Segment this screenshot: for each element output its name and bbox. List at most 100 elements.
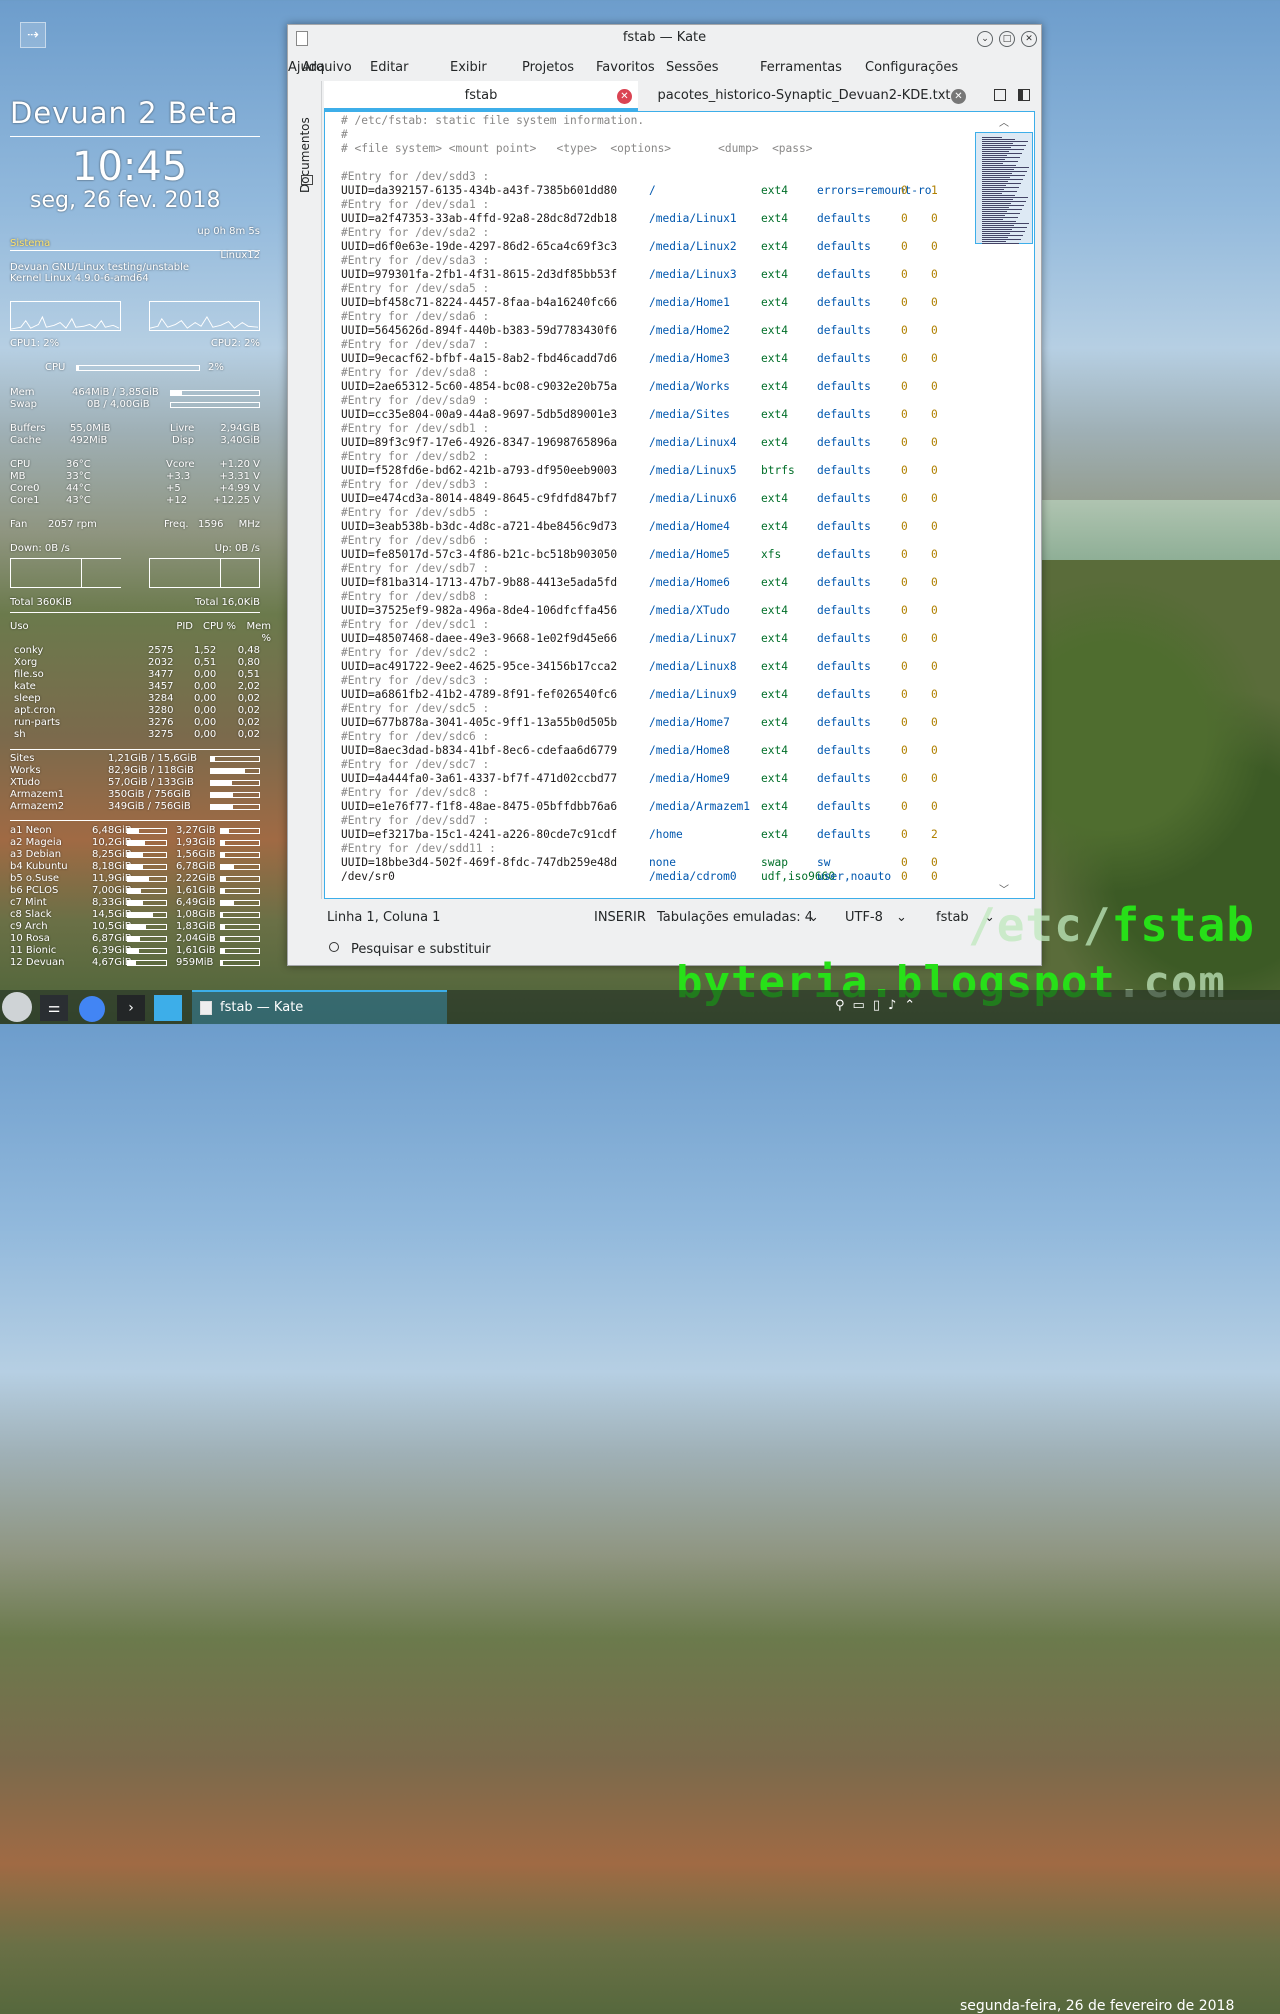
code-line: UUID=18bbe3d4-502f-469f-8fdc-747db259e48… (341, 856, 938, 870)
minimap-line (982, 175, 1025, 176)
code-comment: #Entry for /dev/sdc7 : (341, 758, 490, 771)
fs-uuid: UUID=48507468-daee-49e3-9668-1e02f9d45e6… (341, 632, 618, 645)
tray-expand-icon[interactable]: ⌃ (904, 998, 923, 1013)
file-manager-icon[interactable] (154, 995, 182, 1021)
net-up: Up: 0B /s (214, 543, 260, 554)
freq-label: Freq. (164, 519, 189, 530)
menu-ajuda[interactable]: Ajuda (288, 60, 325, 75)
minimize-icon[interactable]: ⌄ (977, 31, 993, 47)
search-label[interactable]: Pesquisar e substituir (351, 942, 491, 957)
menu-editar[interactable]: Editar (370, 60, 409, 75)
task-label: fstab — Kate (220, 1000, 304, 1015)
partition-name: a1 Neon (10, 825, 52, 836)
text-editor[interactable]: # /etc/fstab: static file system informa… (324, 111, 1035, 899)
syntax-mode[interactable]: fstab (936, 910, 969, 925)
clipboard-icon[interactable]: ▯ (873, 998, 888, 1013)
minimap-line (982, 233, 1010, 234)
fs-uuid: UUID=f528fd6e-bd62-421b-a793-df950eeb900… (341, 464, 618, 477)
clock-date[interactable]: segunda-feira, 26 de fevereiro de 2018 (960, 1998, 1234, 2014)
fs-uuid: UUID=5645626d-894f-440b-b383-59d7783430f… (341, 324, 618, 337)
app-launcher-icon[interactable] (2, 992, 32, 1022)
fs-type: ext4 (761, 800, 788, 813)
code-line: UUID=a2f47353-33ab-4ffd-92a8-28dc8d72db1… (341, 212, 938, 226)
code-line: /dev/sr0/media/cdrom0 udf,iso9660 user,noa… (341, 870, 938, 884)
process-row: run-parts 3276 0,00 0,02 (10, 717, 260, 729)
menu-configurações[interactable]: Configurações (865, 60, 958, 75)
cursor-position[interactable]: Linha 1, Coluna 1 (327, 910, 440, 925)
fs-mount-point: /media/Home2 (649, 324, 730, 337)
volume-icon[interactable]: ♪ (888, 998, 904, 1013)
fs-pass: 0 (931, 492, 938, 505)
fs-dump: 0 (901, 464, 908, 477)
minimap-line (982, 171, 1027, 172)
mem-label: Mem (10, 387, 35, 398)
encoding[interactable]: UTF-8 (845, 910, 883, 925)
scroll-up-icon[interactable]: ︿ (999, 114, 1009, 129)
minimap-line (982, 147, 1011, 148)
partition-free: 1,93GiB (176, 837, 216, 848)
cpu-bar (76, 365, 200, 371)
code-area[interactable]: # /etc/fstab: static file system informa… (341, 114, 938, 884)
menu-favoritos[interactable]: Favoritos (596, 60, 655, 75)
partition-free-bar (220, 828, 260, 834)
fs-dump: 0 (901, 800, 908, 813)
code-line: UUID=979301fa-2fb1-4f31-8615-2d3df85bb53… (341, 268, 938, 282)
input-mode[interactable]: INSERIR (594, 910, 646, 925)
livre-label: Livre (170, 423, 195, 434)
menu-ferramentas[interactable]: Ferramentas (760, 60, 842, 75)
partition-row: c7 Mint 8,33GiB 6,49GiB (10, 897, 260, 909)
sensor-value-2: +1.20 V (219, 459, 260, 470)
code-line: UUID=48507468-daee-49e3-9668-1e02f9d45e6… (341, 632, 938, 646)
process-cpu: 0,00 (194, 669, 217, 680)
fs-pass: 0 (931, 380, 938, 393)
tab-fstab[interactable]: fstab ✕ (324, 81, 638, 111)
tab-pacotes[interactable]: pacotes_historico-Synaptic_Devuan2-KDE.t… (640, 81, 968, 111)
scroll-down-icon[interactable]: ﹀ (999, 881, 1009, 896)
desktop-widget-icon[interactable]: ⇢ (20, 22, 46, 48)
indent-setting[interactable]: Tabulações emuladas: 4 (657, 910, 813, 925)
task-kate[interactable]: fstab — Kate (192, 990, 447, 1024)
split-view-icon[interactable] (1018, 89, 1030, 101)
code-line: UUID=5645626d-894f-440b-b383-59d7783430f… (341, 324, 938, 338)
menu-projetos[interactable]: Projetos (522, 60, 574, 75)
close-tab-icon[interactable]: ✕ (951, 89, 966, 104)
kate-window[interactable]: fstab — Kate ⌄ □ ✕ Arquivo Editar Exibir Pr… (287, 24, 1042, 966)
fs-uuid: UUID=18bbe3d4-502f-469f-8fdc-747db259e48… (341, 856, 618, 869)
close-icon[interactable]: ✕ (1021, 31, 1037, 47)
network-icon[interactable]: ▭ (853, 998, 873, 1013)
close-tab-icon[interactable]: ✕ (617, 89, 632, 104)
system-settings-icon[interactable]: ⚌ (40, 995, 68, 1021)
code-line: UUID=89f3c9f7-17e6-4926-8347-19698765896… (341, 436, 938, 450)
cache-label: Cache (10, 435, 42, 446)
usb-icon[interactable]: ⚲ (835, 998, 853, 1013)
minimap-line (982, 163, 1003, 164)
partition-free: 6,49GiB (176, 897, 216, 908)
fs-options: defaults (817, 632, 871, 645)
partition-used-bar (127, 960, 167, 966)
cpu2-usage: CPU2: 2% (210, 338, 260, 349)
partition-name: b5 o.Suse (10, 873, 60, 884)
total-up: Total 16,0KiB (195, 597, 260, 608)
conky-date: seg, 26 fev. 2018 (30, 188, 221, 213)
chromium-icon[interactable] (79, 996, 105, 1022)
fs-type: ext4 (761, 296, 788, 309)
process-name: apt.cron (14, 705, 56, 716)
minimap-scrollbar[interactable] (975, 132, 1033, 244)
title-bar[interactable]: fstab — Kate ⌄ □ ✕ (288, 25, 1041, 53)
fs-pass: 0 (931, 268, 938, 281)
new-document-icon[interactable] (994, 89, 1006, 101)
terminal-icon[interactable]: › (117, 995, 145, 1021)
minimap-line (982, 157, 1020, 158)
menu-exibir[interactable]: Exibir (450, 60, 487, 75)
maximize-icon[interactable]: □ (999, 31, 1015, 47)
swap-value: 0B / 4,00GiB (87, 399, 150, 410)
code-line: # <file system> <mount point> <type> <op… (341, 142, 813, 155)
indent-dropdown-icon[interactable]: ⌄ (808, 910, 819, 925)
fs-uuid: UUID=d6f0e63e-19de-4297-86d2-65ca4c69f3c… (341, 240, 618, 253)
fs-options: defaults (817, 688, 871, 701)
menu-sessões[interactable]: Sessões (666, 60, 719, 75)
encoding-dropdown-icon[interactable]: ⌄ (896, 910, 907, 925)
fs-dump: 0 (901, 688, 908, 701)
sensor-label: Core1 (10, 495, 40, 506)
folder-icon[interactable] (301, 175, 313, 185)
